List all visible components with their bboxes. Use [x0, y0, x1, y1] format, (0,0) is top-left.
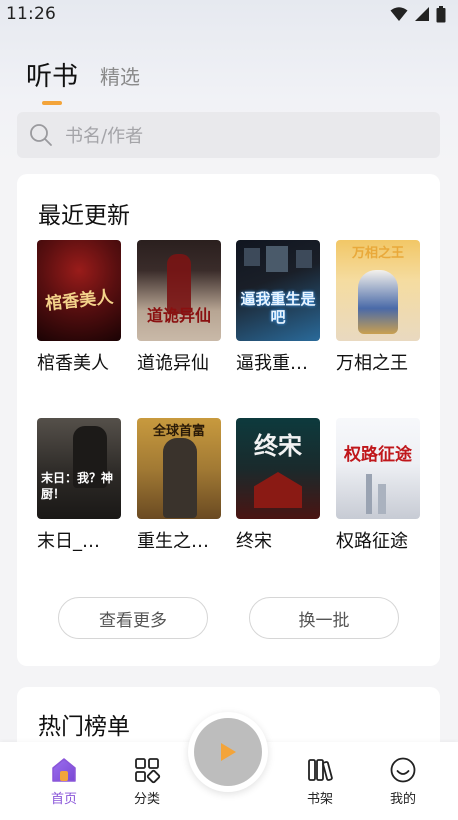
cover-frame	[244, 248, 260, 266]
tab-listen-label: 听书	[26, 62, 79, 92]
tab-active-indicator	[42, 101, 62, 105]
nav-home-label: 首页	[50, 792, 77, 807]
status-icons	[390, 5, 446, 23]
cover-title: 全球首富	[152, 424, 205, 439]
section-title-recent: 最近更新	[38, 203, 130, 229]
book-item[interactable]: 全球首富 重生之…	[137, 418, 221, 553]
book-cover: 全球首富	[137, 418, 221, 519]
cover-building	[378, 484, 386, 514]
wifi-icon	[390, 7, 408, 21]
nav-category[interactable]: 分类	[117, 756, 177, 807]
bookshelf-icon	[308, 759, 333, 781]
book-item[interactable]: 万相之王 万相之王	[336, 240, 420, 375]
cover-figure	[358, 270, 398, 334]
section-title-hot: 热门榜单	[38, 714, 130, 740]
search-placeholder: 书名/作者	[65, 126, 144, 147]
top-tabs: 听书 精选	[26, 56, 140, 105]
player-button[interactable]	[188, 712, 268, 792]
book-cover: 万相之王	[336, 240, 420, 341]
home-icon	[52, 758, 76, 782]
book-title: 万相之王	[336, 353, 408, 374]
book-title: 逼我重…	[236, 353, 308, 374]
cover-title: 道诡异仙	[146, 306, 211, 325]
cover-building	[366, 474, 372, 514]
profile-icon	[390, 757, 416, 783]
book-cover: 末日：我？神厨！	[37, 418, 121, 519]
book-item[interactable]: 道诡异仙 道诡异仙	[137, 240, 221, 375]
category-icon	[135, 758, 161, 784]
book-title: 重生之…	[137, 531, 209, 552]
cover-frame	[296, 250, 312, 268]
book-cover: 道诡异仙	[137, 240, 221, 341]
book-title: 棺香美人	[37, 353, 109, 374]
cover-title: 逼我重生是吧	[240, 290, 316, 326]
book-item[interactable]: 逼我重生是吧 逼我重…	[236, 240, 320, 375]
book-cover: 权路征途	[336, 418, 420, 519]
cover-frame	[266, 246, 288, 272]
cover-figure	[163, 438, 197, 518]
book-cover: 逼我重生是吧	[236, 240, 320, 341]
cover-title: 末日：我？神厨！	[41, 471, 114, 501]
book-title: 末日_…	[37, 531, 100, 552]
status-time: 11:26	[6, 4, 56, 24]
search-icon	[30, 124, 52, 146]
cover-title: 终宋	[254, 431, 302, 460]
refresh-batch-button[interactable]: 换一批	[249, 597, 399, 639]
view-more-button[interactable]: 查看更多	[58, 597, 208, 639]
play-icon	[221, 743, 236, 761]
book-item[interactable]: 末日：我？神厨！ 末日_…	[37, 418, 121, 553]
nav-bookshelf-label: 书架	[306, 792, 333, 807]
battery-icon	[436, 5, 446, 22]
cover-title: 权路征途	[344, 445, 412, 465]
nav-home[interactable]: 首页	[34, 756, 94, 807]
cover-title: 万相之王	[351, 246, 404, 261]
search-input[interactable]: 书名/作者	[17, 112, 440, 158]
book-item[interactable]: 棺香美人 棺香美人	[37, 240, 121, 375]
book-item[interactable]: 权路征途 权路征途	[336, 418, 420, 553]
nav-profile[interactable]: 我的	[373, 756, 433, 807]
book-title: 终宋	[236, 531, 272, 552]
signal-icon	[415, 7, 429, 21]
cover-title: 棺香美人	[44, 287, 115, 315]
book-title: 权路征途	[336, 531, 408, 552]
book-cover: 终宋	[236, 418, 320, 519]
nav-category-label: 分类	[133, 792, 160, 807]
tab-featured-label: 精选	[100, 65, 141, 89]
nav-profile-label: 我的	[389, 792, 416, 807]
player-disc	[194, 718, 262, 786]
cover-building	[254, 472, 302, 508]
status-bar: 11:26	[0, 0, 458, 28]
tab-featured[interactable]: 精选	[100, 61, 140, 93]
recent-updates-card: 最近更新 棺香美人 棺香美人 道诡异仙 道诡异仙 逼我重生是吧 逼我重… 万相之…	[17, 174, 440, 666]
tab-listen[interactable]: 听书	[26, 56, 79, 105]
book-item[interactable]: 终宋 终宋	[236, 418, 320, 553]
book-title: 道诡异仙	[137, 353, 209, 374]
nav-bookshelf[interactable]: 书架	[290, 756, 350, 807]
book-cover: 棺香美人	[37, 240, 121, 341]
